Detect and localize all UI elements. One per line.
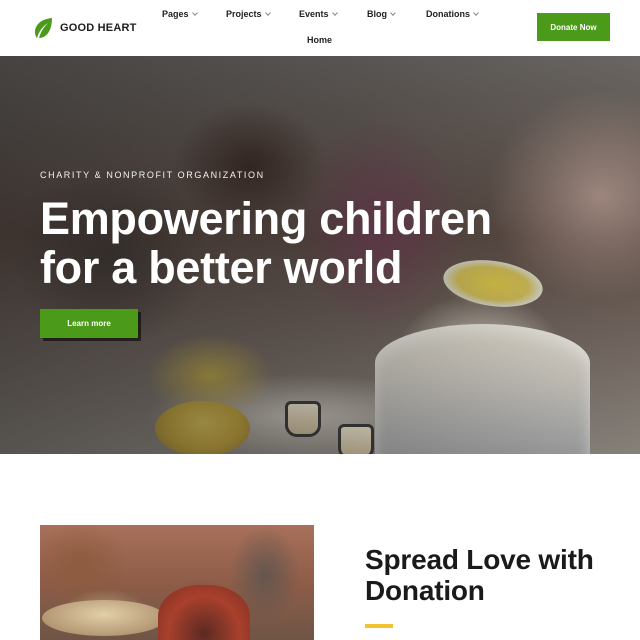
donation-photo-scarf — [158, 585, 250, 640]
nav-item-events[interactable]: Events — [299, 9, 338, 19]
site-header: GOOD HEART Pages Projects Events Blog Do… — [0, 0, 640, 56]
chevron-down-icon — [264, 9, 271, 16]
nav-item-projects[interactable]: Projects — [226, 9, 271, 19]
chevron-down-icon — [473, 9, 479, 16]
chevron-down-icon — [331, 9, 338, 16]
chevron-down-icon — [191, 9, 198, 16]
nav-item-label: Events — [299, 9, 329, 19]
nav-item-home[interactable]: Home — [307, 35, 332, 45]
donate-now-button[interactable]: Donate Now — [537, 13, 610, 41]
section-title: Spread Love with Donation — [365, 544, 625, 606]
section-title-line1: Spread Love with — [365, 544, 594, 575]
nav-item-label: Pages — [162, 9, 189, 19]
nav-item-label: Blog — [367, 9, 387, 19]
nav-item-blog[interactable]: Blog — [367, 9, 396, 19]
hero-title-line2: for a better world — [40, 242, 403, 293]
nav-item-pages[interactable]: Pages — [162, 9, 198, 19]
nav-item-label: Projects — [226, 9, 262, 19]
donation-photo-hat — [42, 600, 166, 636]
hero-title: Empowering children for a better world — [40, 194, 560, 292]
nav-item-label: Donations — [426, 9, 470, 19]
learn-more-button[interactable]: Learn more — [40, 309, 138, 338]
hero-section: CHARITY & NONPROFIT ORGANIZATION Empower… — [0, 56, 640, 454]
donation-photo — [40, 525, 314, 640]
hero-title-line1: Empowering children — [40, 193, 492, 244]
hero-tagline: CHARITY & NONPROFIT ORGANIZATION — [40, 170, 265, 180]
chevron-down-icon — [390, 9, 396, 16]
nav-item-donations[interactable]: Donations — [426, 9, 479, 19]
section-title-line2: Donation — [365, 575, 485, 606]
title-accent-bar — [365, 624, 393, 628]
